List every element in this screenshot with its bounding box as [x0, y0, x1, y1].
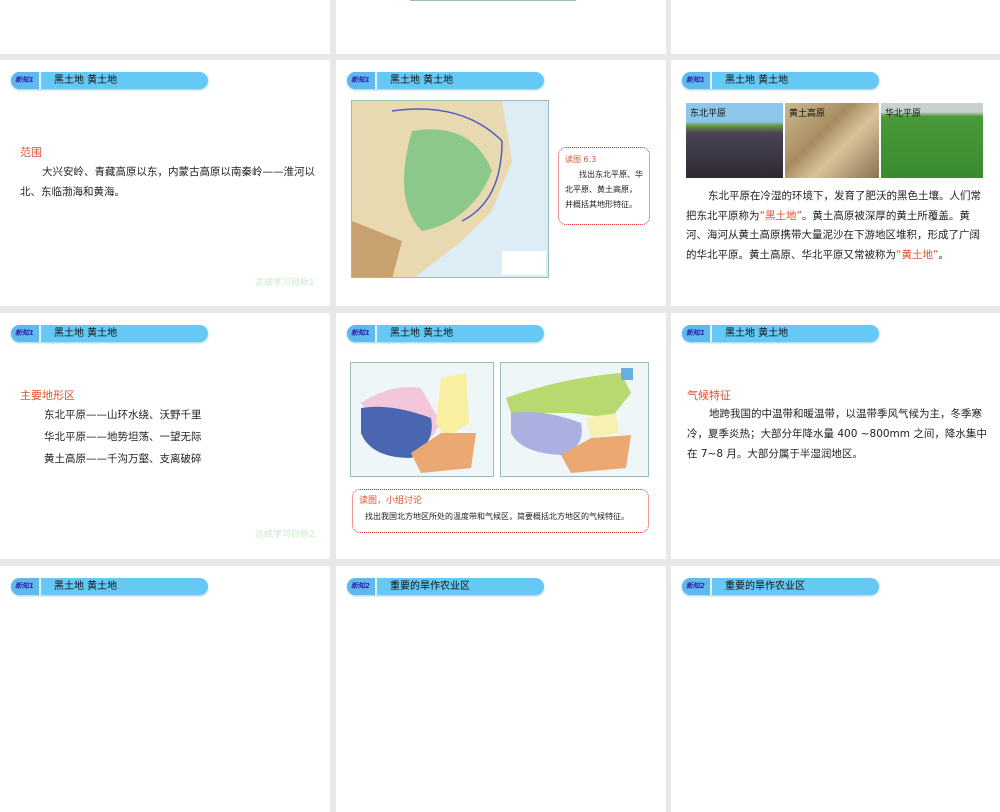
- section-header: 新知2 重要的旱作农业区: [347, 578, 544, 595]
- body-text: 东北平原在冷湿的环境下，发育了肥沃的黑色土壤。人们常把东北平原称为“黑土地”。黄…: [686, 190, 981, 261]
- section-header: 新知1 黑土地 黄土地: [682, 72, 879, 89]
- temperature-zone-map: [500, 362, 649, 477]
- section-title: 黑土地 黄土地: [390, 328, 454, 339]
- slide-thumbnail[interactable]: [0, 0, 330, 54]
- section-header: 新知1 黑土地 黄土地: [347, 72, 544, 89]
- list-item: 华北平原——地势坦荡、一望无际: [44, 431, 202, 443]
- section-title: 重要的旱作农业区: [725, 581, 805, 592]
- section-title: 黑土地 黄土地: [54, 581, 118, 592]
- heading: 主要地形区: [20, 389, 75, 402]
- section-badge: 新知2: [347, 578, 377, 595]
- list-item: 黄土高原——千沟万壑、支离破碎: [44, 453, 202, 465]
- section-badge: 新知1: [682, 72, 712, 89]
- section-badge: 新知1: [347, 72, 377, 89]
- section-badge: 新知1: [347, 325, 377, 342]
- heading: 范围: [20, 146, 42, 159]
- callout-box: 读图 6.3 找出东北平原、华北平原、黄土高原，并概括其地形特征。: [558, 147, 650, 225]
- section-title: 黑土地 黄土地: [725, 75, 789, 86]
- body-text: 大兴安岭、青藏高原以东，内蒙古高原以南秦岭——淮河以北、东临渤海和黄海。: [20, 166, 315, 198]
- callout-body: 找出我国北方地区所处的温度带和气候区，简要概括北方地区的气候特征。: [365, 512, 629, 521]
- section-title: 黑土地 黄土地: [725, 328, 789, 339]
- callout-title: 读图 6.3: [565, 155, 597, 164]
- photo-northeast-plain: 东北平原: [686, 103, 783, 178]
- slide-climate[interactable]: 新知1 黑土地 黄土地 气候特征 地跨我国的中温带和暖温带，以温带季风气候为主，冬…: [671, 313, 1000, 559]
- photo-label: 华北平原: [885, 109, 922, 119]
- heading: 气候特征: [687, 389, 731, 402]
- section-badge: 新知1: [11, 578, 41, 595]
- section-title: 黑土地 黄土地: [54, 75, 118, 86]
- callout-title: 读图，小组讨论: [359, 496, 423, 506]
- section-badge: 新知1: [11, 325, 41, 342]
- slide-photos[interactable]: 新知1 黑土地 黄土地 东北平原 黄土高原 华北平原 东北平原在冷湿的环境下，发育…: [671, 60, 1000, 306]
- map-image: [410, 0, 576, 1]
- section-header: 新知1 黑土地 黄土地: [11, 578, 208, 595]
- section-badge: 新知2: [682, 578, 712, 595]
- section-header: 新知1 黑土地 黄土地: [11, 72, 208, 89]
- goal-footer: 达成学习目标1: [255, 278, 315, 288]
- section-header: 新知2 重要的旱作农业区: [682, 578, 879, 595]
- slide-thumbnail[interactable]: 新知2 重要的旱作农业区: [671, 566, 1000, 812]
- section-title: 黑土地 黄土地: [54, 328, 118, 339]
- slide-landforms[interactable]: 新知1 黑土地 黄土地 主要地形区 东北平原——山环水绕、沃野千里 华北平原——地…: [0, 313, 330, 559]
- slide-thumbnail[interactable]: 新知1 黑土地 黄土地: [0, 566, 330, 812]
- section-badge: 新知1: [682, 325, 712, 342]
- photo-label: 黄土高原: [789, 109, 826, 119]
- slide-thumbnail[interactable]: [671, 0, 1000, 54]
- photo-label: 东北平原: [690, 109, 727, 119]
- slide-map-6-3[interactable]: 新知1 黑土地 黄土地 读图 6.3 找出东北平原、华北平原、黄土高原，并概括其地形…: [336, 60, 666, 306]
- photo-north-china-plain: 华北平原: [881, 103, 983, 178]
- section-title: 重要的旱作农业区: [390, 581, 470, 592]
- goal-footer: 达成学习目标2: [255, 530, 315, 540]
- section-header: 新知1 黑土地 黄土地: [347, 325, 544, 342]
- slide-thumbnail[interactable]: 新知2 重要的旱作农业区: [336, 566, 666, 812]
- list-item: 东北平原——山环水绕、沃野千里: [44, 409, 202, 421]
- section-title: 黑土地 黄土地: [390, 75, 454, 86]
- callout-box: 读图，小组讨论找出我国北方地区所处的温度带和气候区，简要概括北方地区的气候特征。: [352, 489, 649, 533]
- photo-loess-plateau: 黄土高原: [785, 103, 879, 178]
- callout-body: 找出东北平原、华北平原、黄土高原，并概括其地形特征。: [565, 170, 643, 209]
- section-header: 新知1 黑土地 黄土地: [682, 325, 879, 342]
- slide-range[interactable]: 新知1 黑土地 黄土地 范围 大兴安岭、青藏高原以东，内蒙古高原以南秦岭——淮河以…: [0, 60, 330, 306]
- northeast-terrain-map: [351, 100, 549, 278]
- section-badge: 新知1: [11, 72, 41, 89]
- section-header: 新知1 黑土地 黄土地: [11, 325, 208, 342]
- slide-thumbnail[interactable]: [336, 0, 666, 54]
- climate-type-map: [350, 362, 494, 477]
- body-text: 地跨我国的中温带和暖温带，以温带季风气候为主，冬季寒冷，夏季炎热；大部分年降水量…: [687, 408, 987, 460]
- slide-climate-maps[interactable]: 新知1 黑土地 黄土地 读图，小组讨论找出我国北方地区所处的温度带和气候区，简要概…: [336, 313, 666, 559]
